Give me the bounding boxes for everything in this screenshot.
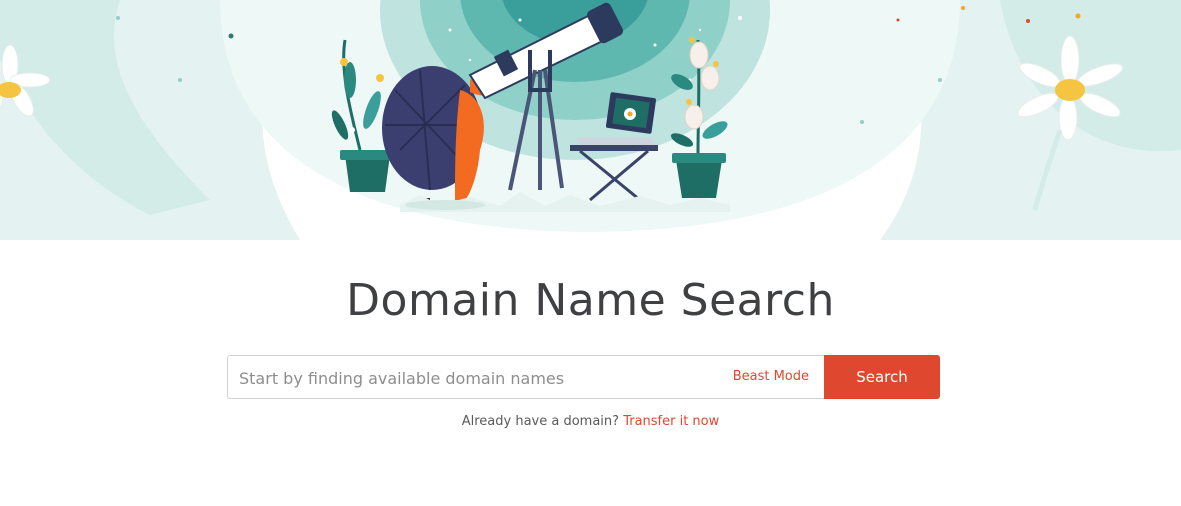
transfer-prompt-text: Already have a domain? bbox=[461, 414, 620, 429]
search-button[interactable]: Search bbox=[824, 355, 940, 399]
transfer-prompt: Already have a domain? Transfer it now bbox=[0, 414, 1181, 429]
page-title: Domain Name Search bbox=[346, 275, 835, 326]
search-field-container: Beast Mode bbox=[227, 355, 825, 400]
domain-search-form: Beast Mode Search bbox=[227, 355, 940, 400]
hero-illustration bbox=[0, 0, 1181, 240]
domain-search-input[interactable] bbox=[237, 356, 721, 400]
transfer-link[interactable]: Transfer it now bbox=[623, 414, 719, 429]
beast-mode-link[interactable]: Beast Mode bbox=[733, 369, 809, 384]
hero-scene bbox=[0, 0, 1181, 240]
